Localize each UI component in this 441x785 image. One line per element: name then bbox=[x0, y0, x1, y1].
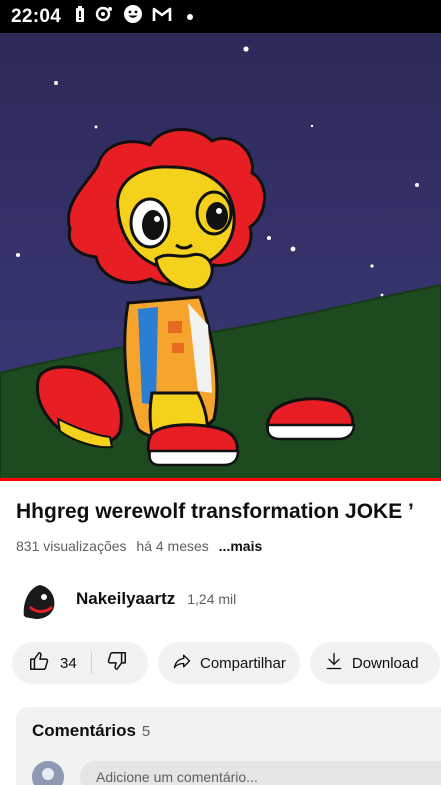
download-label: Download bbox=[351, 654, 419, 672]
channel-row[interactable]: Nakeilyaartz 1,24 mil bbox=[16, 576, 236, 622]
thumbs-up-icon[interactable] bbox=[28, 650, 50, 676]
clock: 22:04 bbox=[11, 5, 62, 27]
status-bar: 22:04 bbox=[0, 0, 441, 33]
action-bar: 34 Compartilhar Download bbox=[12, 642, 440, 684]
share-button[interactable]: Compartilhar bbox=[158, 642, 300, 684]
view-count: 831 visualizações bbox=[16, 538, 127, 554]
comments-count: 5 bbox=[141, 723, 151, 740]
video-frame-artwork bbox=[0, 33, 441, 480]
download-icon bbox=[324, 651, 344, 675]
share-label: Compartilhar bbox=[200, 654, 286, 672]
comments-header: Comentários 5 bbox=[32, 721, 440, 741]
like-dislike-pill: 34 bbox=[12, 642, 148, 684]
lens-icon bbox=[94, 5, 114, 28]
video-progress-bar[interactable] bbox=[0, 478, 441, 481]
thumbs-down-icon[interactable] bbox=[106, 650, 128, 676]
download-button[interactable]: Download bbox=[309, 642, 440, 684]
more-link[interactable]: ...mais bbox=[219, 538, 263, 554]
comments-title: Comentários bbox=[32, 721, 136, 740]
comment-input[interactable]: Adicione um comentário... bbox=[80, 761, 441, 785]
subscriber-count: 1,24 mil bbox=[187, 591, 237, 607]
smiley-icon bbox=[123, 4, 143, 29]
notification-dot-icon bbox=[187, 13, 194, 20]
upload-age: há 4 meses bbox=[136, 538, 209, 554]
comments-section[interactable]: Comentários 5 Adicione um comentário... bbox=[16, 707, 441, 785]
video-meta[interactable]: 831 visualizações há 4 meses ...mais bbox=[16, 538, 268, 554]
video-player[interactable] bbox=[0, 33, 441, 480]
channel-avatar[interactable] bbox=[16, 577, 60, 621]
like-divider bbox=[90, 652, 92, 674]
like-count[interactable]: 34 bbox=[60, 655, 77, 672]
battery-icon bbox=[75, 5, 85, 28]
channel-name[interactable]: Nakeilyaartz bbox=[76, 589, 175, 609]
user-avatar bbox=[32, 761, 64, 785]
gmail-icon bbox=[152, 6, 172, 27]
status-icons bbox=[75, 4, 194, 29]
comment-compose-row: Adicione um comentário... bbox=[32, 761, 441, 785]
share-arrow-icon bbox=[172, 651, 192, 675]
video-title[interactable]: Hhgreg werewolf transformation JOKE ’ bbox=[16, 500, 441, 524]
